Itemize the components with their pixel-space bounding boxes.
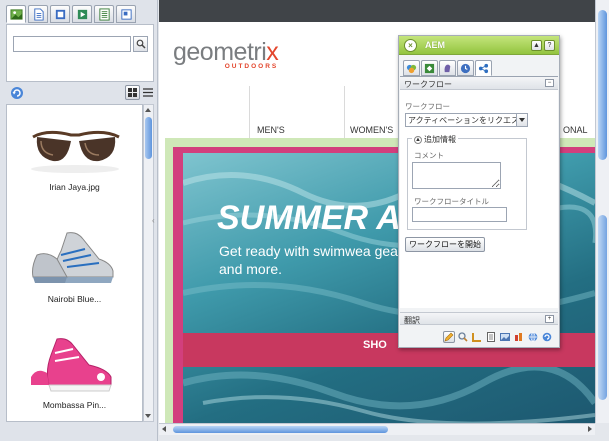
workflow-panel: ワークフロー − ワークフロー アクティベーションをリクエス ▲ 追加情報 コメ… bbox=[400, 76, 558, 308]
flash-tab-icon[interactable] bbox=[72, 5, 92, 23]
sneaker-image bbox=[31, 232, 113, 283]
finder-search-area bbox=[6, 24, 154, 82]
hero-title: SUMMER A bbox=[217, 199, 401, 237]
additional-info-label: 追加情報 bbox=[424, 135, 456, 144]
expand-section-icon[interactable]: + bbox=[545, 315, 554, 323]
asset-caption: Mombassa Pin... bbox=[42, 400, 107, 410]
geometrixx-logo[interactable]: geometrix OUTDOORS bbox=[173, 38, 279, 70]
nav-item-mens[interactable]: MEN'S bbox=[257, 125, 285, 135]
workflow-section-title: ワークフロー bbox=[404, 80, 452, 89]
workflow-label: ワークフロー bbox=[405, 102, 450, 111]
versioning-tab-icon[interactable] bbox=[457, 60, 474, 76]
nav-item-womens[interactable]: WOMEN'S bbox=[350, 125, 393, 135]
sidekick-panel: × AEM ▲ ? ワークフロー − ワークフロー アクティベーションをリクエス bbox=[398, 35, 560, 348]
translation-section-header[interactable]: 翻訳 + bbox=[400, 312, 558, 325]
scrollbar-track-highlight bbox=[598, 215, 607, 400]
workflow-title-label: ワークフロータイトル bbox=[414, 197, 489, 206]
workflow-select[interactable]: アクティベーションをリクエス bbox=[405, 113, 528, 127]
preview-mode-icon[interactable] bbox=[457, 331, 469, 343]
pink-sneaker-image bbox=[30, 338, 112, 392]
comment-label: コメント bbox=[414, 151, 444, 160]
refresh-icon[interactable] bbox=[541, 331, 553, 343]
finder-search-input[interactable] bbox=[13, 36, 131, 52]
chevron-down-icon[interactable] bbox=[516, 114, 527, 126]
start-workflow-button[interactable]: ワークフローを開始 bbox=[405, 237, 485, 252]
hero-subtitle: Get ready with swimwea gear and more. bbox=[219, 243, 403, 277]
scrollbar-thumb[interactable] bbox=[145, 117, 152, 159]
logo-word: geometri bbox=[173, 38, 267, 66]
client-context-icon[interactable] bbox=[513, 331, 525, 343]
collapse-icon[interactable]: ▲ bbox=[531, 40, 542, 51]
list-view-icon bbox=[142, 88, 153, 97]
expand-collapse-icon[interactable]: ▲ bbox=[414, 135, 422, 144]
translation-label: 翻訳 bbox=[404, 316, 420, 325]
help-icon[interactable]: ? bbox=[544, 40, 555, 51]
components-tab-icon[interactable] bbox=[403, 60, 420, 76]
nav-separator bbox=[249, 86, 250, 138]
sidekick-bottom-toolbar bbox=[400, 328, 558, 346]
paragraph-tab-icon[interactable] bbox=[116, 5, 136, 23]
sidekick-header[interactable]: × AEM ▲ ? bbox=[399, 36, 559, 55]
finder-tabs bbox=[6, 5, 136, 23]
finder-scrollbar[interactable] bbox=[143, 104, 154, 422]
grid-view-button[interactable] bbox=[125, 85, 140, 100]
image-tab-icon[interactable] bbox=[6, 5, 26, 23]
page-tab-icon[interactable] bbox=[94, 5, 114, 23]
additional-info-toggle[interactable]: ▲ 追加情報 bbox=[412, 134, 458, 145]
movie-tab-icon[interactable] bbox=[50, 5, 70, 23]
workflow-tab-icon[interactable] bbox=[475, 60, 492, 76]
page-horizontal-scrollbar[interactable] bbox=[159, 423, 595, 435]
sidekick-title: AEM bbox=[425, 40, 445, 50]
edit-mode-icon[interactable] bbox=[443, 331, 455, 343]
scroll-right-arrow-icon[interactable] bbox=[588, 426, 592, 432]
image-mode-icon[interactable] bbox=[499, 331, 511, 343]
list-view-button[interactable] bbox=[141, 85, 154, 100]
nav-item-seasonal[interactable]: ONAL bbox=[563, 125, 588, 135]
sidekick-tabs bbox=[403, 60, 492, 76]
scroll-left-arrow-icon[interactable] bbox=[162, 426, 166, 432]
page-tab-icon[interactable] bbox=[421, 60, 438, 76]
grid-view-icon bbox=[128, 88, 137, 97]
refresh-icon[interactable] bbox=[10, 86, 24, 100]
page-vertical-scrollbar[interactable] bbox=[595, 0, 609, 423]
asset-caption: Nairobi Blue... bbox=[47, 294, 102, 304]
scroll-down-arrow-icon[interactable] bbox=[145, 414, 151, 418]
collapse-section-icon[interactable]: − bbox=[545, 79, 554, 87]
asset-list: Irian Jaya.jpg Nairobi Blue... Mombassa … bbox=[6, 104, 143, 422]
search-button[interactable] bbox=[133, 36, 148, 52]
shop-link[interactable]: SHO bbox=[363, 339, 387, 351]
comment-textarea[interactable] bbox=[412, 162, 501, 189]
list-item[interactable]: Nairobi Blue... bbox=[7, 225, 142, 304]
sunglasses-image bbox=[30, 130, 120, 173]
design-mode-icon[interactable] bbox=[471, 331, 483, 343]
nav-separator bbox=[344, 86, 345, 138]
workflow-title-input[interactable] bbox=[412, 207, 507, 222]
close-icon[interactable]: × bbox=[404, 39, 417, 52]
collapse-arrow-icon[interactable]: ‹ bbox=[152, 216, 158, 230]
scrollbar-thumb[interactable] bbox=[598, 10, 607, 160]
list-item[interactable]: Mombassa Pin... bbox=[7, 333, 142, 410]
globe-icon[interactable] bbox=[527, 331, 539, 343]
scaffolding-mode-icon[interactable] bbox=[485, 331, 497, 343]
page-top-bar bbox=[159, 0, 595, 22]
document-tab-icon[interactable] bbox=[28, 5, 48, 23]
asset-caption: Irian Jaya.jpg bbox=[49, 182, 100, 192]
workflow-section-header[interactable]: ワークフロー − bbox=[400, 77, 558, 90]
scroll-up-arrow-icon[interactable] bbox=[145, 108, 151, 112]
logo-x: x bbox=[266, 38, 279, 66]
content-finder: Irian Jaya.jpg Nairobi Blue... Mombassa … bbox=[0, 0, 158, 441]
scrollbar-thumb[interactable] bbox=[173, 426, 388, 433]
search-icon bbox=[136, 39, 146, 49]
list-item[interactable]: Irian Jaya.jpg bbox=[7, 119, 142, 192]
finder-toolbar bbox=[6, 84, 154, 102]
information-tab-icon[interactable] bbox=[439, 60, 456, 76]
